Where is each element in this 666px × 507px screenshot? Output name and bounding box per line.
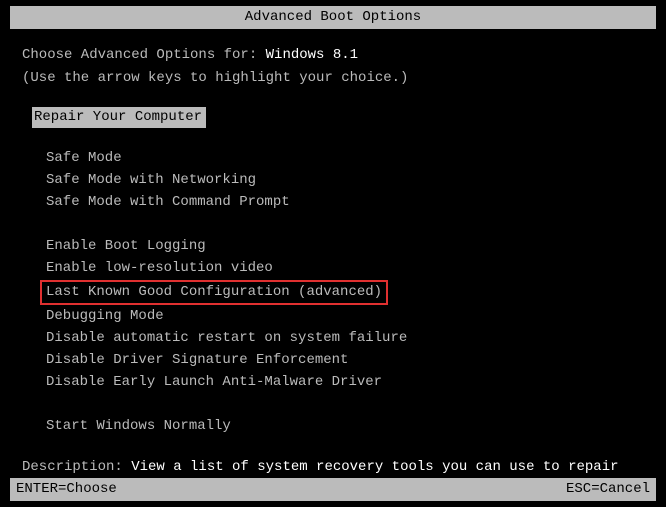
description-line1: View a list of system recovery tools you… xyxy=(131,459,618,475)
menu-item-safe-mode[interactable]: Safe Mode xyxy=(46,148,644,169)
boot-menu: Safe Mode Safe Mode with Networking Safe… xyxy=(46,148,644,437)
menu-item-debugging-mode[interactable]: Debugging Mode xyxy=(46,306,644,327)
menu-item-low-res-video[interactable]: Enable low-resolution video xyxy=(46,258,644,279)
content: Choose Advanced Options for: Windows 8.1… xyxy=(0,45,666,499)
instruction-line: (Use the arrow keys to highlight your ch… xyxy=(22,68,644,89)
menu-item-start-normally[interactable]: Start Windows Normally xyxy=(46,416,644,437)
footer-bar: ENTER=Choose ESC=Cancel xyxy=(10,478,656,501)
description-label: Description: xyxy=(22,459,131,475)
footer-esc: ESC=Cancel xyxy=(566,479,650,500)
menu-item-safe-mode-networking[interactable]: Safe Mode with Networking xyxy=(46,170,644,191)
os-name: Windows 8.1 xyxy=(266,47,358,63)
menu-item-disable-driver-sig[interactable]: Disable Driver Signature Enforcement xyxy=(46,350,644,371)
menu-item-disable-anti-malware[interactable]: Disable Early Launch Anti-Malware Driver xyxy=(46,372,644,393)
footer-enter: ENTER=Choose xyxy=(16,479,117,500)
title-text: Advanced Boot Options xyxy=(245,9,421,25)
menu-item-last-known-good[interactable]: Last Known Good Configuration (advanced) xyxy=(40,280,388,305)
menu-item-disable-auto-restart[interactable]: Disable automatic restart on system fail… xyxy=(46,328,644,349)
title-bar: Advanced Boot Options xyxy=(10,6,656,29)
prompt-line: Choose Advanced Options for: Windows 8.1 xyxy=(22,45,644,66)
prompt-prefix: Choose Advanced Options for: xyxy=(22,47,266,63)
menu-item-boot-logging[interactable]: Enable Boot Logging xyxy=(46,236,644,257)
menu-item-safe-mode-cmd[interactable]: Safe Mode with Command Prompt xyxy=(46,192,644,213)
menu-item-repair-your-computer[interactable]: Repair Your Computer xyxy=(32,107,206,128)
